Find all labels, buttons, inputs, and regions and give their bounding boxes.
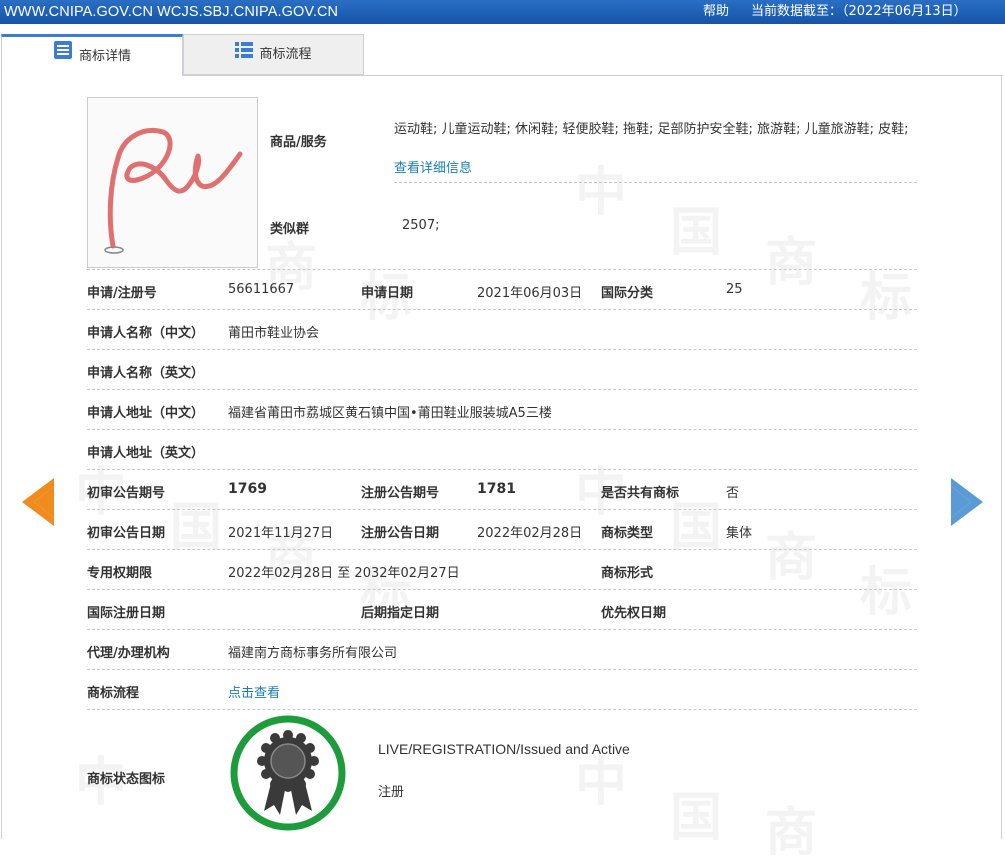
prelim-issue-value: 1769 bbox=[228, 481, 267, 497]
view-flow-link[interactable]: 点击查看 bbox=[228, 682, 280, 701]
prelim-date-label: 初审公告日期 bbox=[87, 526, 166, 541]
divider bbox=[87, 669, 917, 670]
similar-group-value: 2507; bbox=[402, 218, 440, 233]
view-details-link[interactable]: 查看详细信息 bbox=[394, 161, 472, 176]
reg-no-value: 56611667 bbox=[228, 282, 295, 297]
tab-label: 商标流程 bbox=[259, 47, 312, 62]
status-en: LIVE/REGISTRATION/Issued and Active bbox=[378, 741, 630, 757]
intl-class-value: 25 bbox=[726, 282, 743, 297]
divider bbox=[87, 469, 917, 470]
next-arrow-icon bbox=[951, 478, 983, 526]
type-label: 商标类型 bbox=[601, 526, 654, 541]
divider bbox=[87, 629, 917, 630]
address-cn-value: 福建省莆田市荔城区黄石镇中国•莆田鞋业服装城A5三楼 bbox=[228, 406, 552, 421]
reg-issue-value: 1781 bbox=[477, 481, 516, 497]
tab-bar: 商标详情 商标流程 bbox=[0, 34, 1005, 76]
divider bbox=[87, 509, 917, 510]
help-link[interactable]: 帮助 bbox=[703, 0, 729, 24]
intl-reg-date-label: 国际注册日期 bbox=[87, 606, 166, 621]
intl-class-label: 国际分类 bbox=[601, 286, 654, 301]
prelim-date-value: 2021年11月27日 bbox=[228, 526, 334, 541]
flow-label: 商标流程 bbox=[87, 686, 140, 701]
applicant-cn-value: 莆田市鞋业协会 bbox=[228, 326, 320, 341]
shared-value: 否 bbox=[726, 486, 740, 501]
reg-date-value: 2022年02月28日 bbox=[477, 526, 583, 541]
reg-date-label: 注册公告日期 bbox=[361, 526, 440, 541]
type-value: 集体 bbox=[726, 526, 753, 541]
agent-label: 代理/办理机构 bbox=[87, 646, 170, 661]
document-list-icon bbox=[53, 36, 73, 77]
prev-record-button[interactable] bbox=[22, 478, 56, 530]
goods-list: 运动鞋; 儿童运动鞋; 休闲鞋; 轻便胶鞋; 拖鞋; 足部防护安全鞋; 旅游鞋;… bbox=[394, 122, 909, 137]
divider bbox=[87, 709, 917, 710]
trademark-image bbox=[87, 97, 258, 268]
ribbon-award-icon bbox=[230, 715, 346, 831]
term-value: 2022年02月28日 至 2032年02月27日 bbox=[228, 566, 460, 581]
data-as-of: 当前数据截至：（2022年06月13日） bbox=[751, 4, 967, 19]
agent-value: 福建南方商标事务所有限公司 bbox=[228, 646, 398, 661]
status-cn: 注册 bbox=[378, 785, 405, 800]
priority-date-label: 优先权日期 bbox=[601, 606, 667, 621]
prelim-issue-label: 初审公告期号 bbox=[87, 486, 166, 501]
divider bbox=[87, 549, 917, 550]
app-date-value: 2021年06月03日 bbox=[477, 286, 583, 301]
trademark-logo-drawing bbox=[104, 128, 243, 254]
prev-arrow-icon bbox=[22, 478, 54, 526]
divider bbox=[87, 589, 917, 590]
goods-text: 运动鞋; 儿童运动鞋; 休闲鞋; 轻便胶鞋; 拖鞋; 足部防护安全鞋; 旅游鞋;… bbox=[394, 110, 920, 188]
goods-label: 商品/服务 bbox=[270, 135, 327, 150]
divider bbox=[87, 309, 917, 310]
list-icon bbox=[235, 34, 254, 75]
address-en-label: 申请人地址（英文） bbox=[87, 446, 205, 461]
app-date-label: 申请日期 bbox=[361, 286, 414, 301]
later-date-label: 后期指定日期 bbox=[361, 606, 440, 621]
divider bbox=[87, 269, 917, 270]
divider bbox=[87, 429, 917, 430]
reg-issue-label: 注册公告期号 bbox=[361, 486, 440, 501]
tab-trademark-details[interactable]: 商标详情 bbox=[1, 34, 183, 76]
form-label: 商标形式 bbox=[601, 566, 654, 581]
divider bbox=[87, 389, 917, 390]
term-label: 专用权期限 bbox=[87, 566, 153, 581]
divider bbox=[394, 182, 917, 183]
divider bbox=[87, 349, 917, 350]
shared-label: 是否共有商标 bbox=[601, 486, 680, 501]
next-record-button[interactable] bbox=[949, 478, 983, 530]
top-bar: WWW.CNIPA.GOV.CN WCJS.SBJ.CNIPA.GOV.CN 帮… bbox=[0, 0, 1005, 24]
similar-group-label: 类似群 bbox=[270, 222, 310, 237]
applicant-cn-label: 申请人名称（中文） bbox=[87, 326, 205, 341]
applicant-en-label: 申请人名称（英文） bbox=[87, 366, 205, 381]
tab-trademark-flow[interactable]: 商标流程 bbox=[183, 34, 364, 75]
reg-no-label: 申请/注册号 bbox=[87, 286, 157, 301]
status-icon-label: 商标状态图标 bbox=[87, 772, 166, 787]
address-cn-label: 申请人地址（中文） bbox=[87, 406, 205, 421]
site-domains: WWW.CNIPA.GOV.CN WCJS.SBJ.CNIPA.GOV.CN bbox=[4, 4, 339, 20]
tab-label: 商标详情 bbox=[78, 49, 131, 64]
